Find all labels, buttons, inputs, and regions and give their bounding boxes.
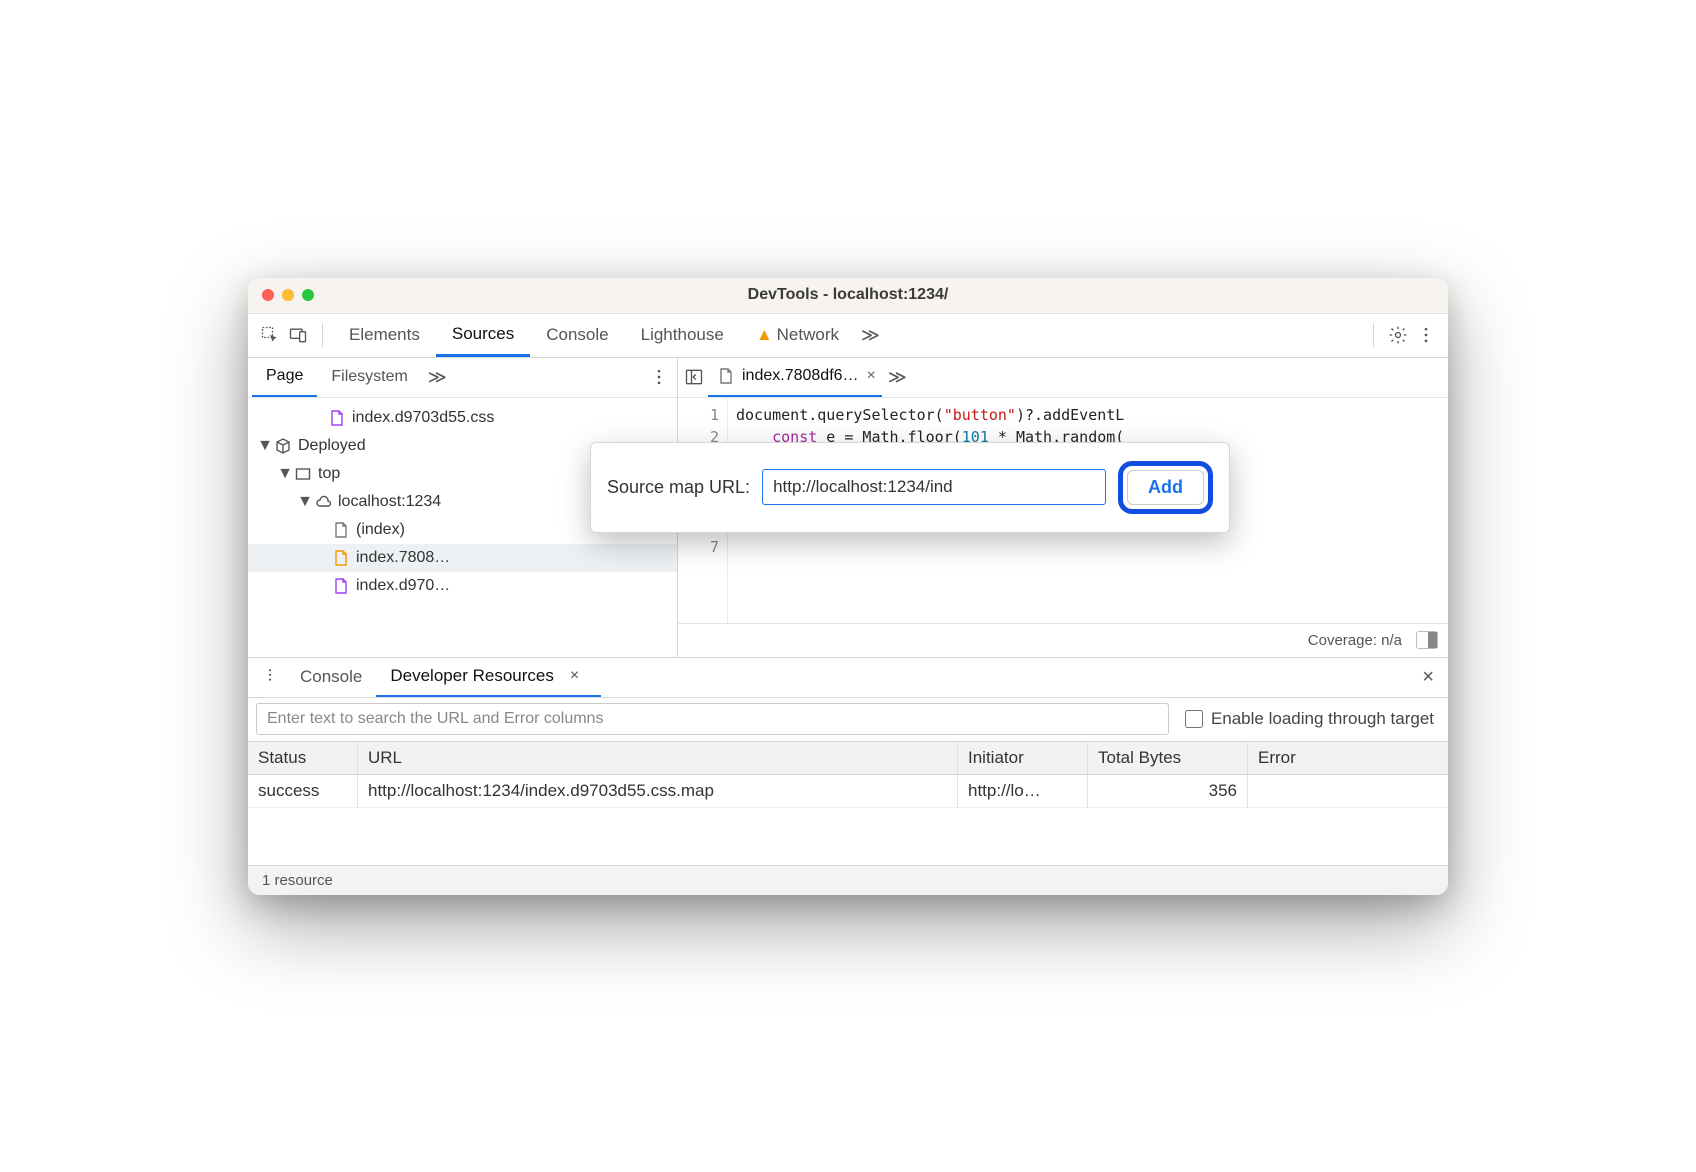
add-button-highlight: Add <box>1118 461 1213 514</box>
close-drawer-icon[interactable]: × <box>1414 666 1442 689</box>
toggle-sidebar-icon[interactable] <box>1416 631 1438 649</box>
tree-js-file-label: index.7808… <box>356 549 450 567</box>
col-initiator[interactable]: Initiator <box>958 742 1088 774</box>
inspect-element-icon[interactable] <box>256 321 284 349</box>
toggle-navigator-icon[interactable] <box>680 363 708 391</box>
tree-index-label: (index) <box>356 521 405 539</box>
enable-loading-checkbox-input[interactable] <box>1185 710 1203 728</box>
file-icon <box>332 521 350 539</box>
expand-arrow-icon: ▼ <box>258 437 272 455</box>
file-icon <box>718 368 734 384</box>
col-total-bytes[interactable]: Total Bytes <box>1088 742 1248 774</box>
tab-lighthouse[interactable]: Lighthouse <box>625 314 740 357</box>
more-tabs-button[interactable]: ≫ <box>855 325 886 346</box>
tab-sources[interactable]: Sources <box>436 314 530 357</box>
close-drawer-tab-icon[interactable]: × <box>562 667 587 685</box>
drawer-footer: 1 resource <box>248 865 1448 895</box>
navigator-tab-filesystem[interactable]: Filesystem <box>317 358 421 397</box>
tab-network[interactable]: ▲ Network <box>740 314 855 357</box>
cell-status: success <box>248 775 358 807</box>
tree-js-file[interactable]: index.7808… <box>248 544 677 572</box>
table-row[interactable]: success http://localhost:1234/index.d970… <box>248 775 1448 808</box>
device-toolbar-icon[interactable] <box>284 321 312 349</box>
source-map-label: Source map URL: <box>607 477 750 498</box>
expand-arrow-icon: ▼ <box>278 465 292 483</box>
cell-url: http://localhost:1234/index.d9703d55.css… <box>358 775 958 807</box>
col-error[interactable]: Error <box>1248 742 1448 774</box>
drawer-tabs: Console Developer Resources × × <box>248 658 1448 698</box>
main-toolbar: Elements Sources Console Lighthouse ▲ Ne… <box>248 314 1448 358</box>
tab-network-label: Network <box>777 325 839 345</box>
tree-css-file-2[interactable]: index.d970… <box>248 572 677 600</box>
navigator-tab-page[interactable]: Page <box>252 358 317 397</box>
editor-file-tab[interactable]: index.7808df6… × <box>708 358 882 397</box>
cell-initiator: http://lo… <box>958 775 1088 807</box>
drawer-kebab-icon[interactable] <box>254 667 286 688</box>
editor-statusbar: Coverage: n/a <box>678 623 1448 657</box>
kebab-menu-icon[interactable] <box>1412 321 1440 349</box>
navigator-tabs: Page Filesystem ≫ <box>248 358 677 398</box>
table-header: Status URL Initiator Total Bytes Error <box>248 742 1448 775</box>
cell-bytes: 356 <box>1088 775 1248 807</box>
col-status[interactable]: Status <box>248 742 358 774</box>
coverage-label: Coverage: n/a <box>1308 632 1402 649</box>
tree-host-label: localhost:1234 <box>338 493 441 511</box>
devtools-window: DevTools - localhost:1234/ Elements Sour… <box>248 278 1448 895</box>
drawer-tab-developer-resources[interactable]: Developer Resources × <box>376 658 601 697</box>
window-title: DevTools - localhost:1234/ <box>248 286 1448 304</box>
navigator-kebab-icon[interactable] <box>645 363 673 391</box>
settings-icon[interactable] <box>1384 321 1412 349</box>
col-url[interactable]: URL <box>358 742 958 774</box>
tree-deployed-label: Deployed <box>298 437 366 455</box>
drawer-search-row: Enable loading through target <box>248 698 1448 742</box>
drawer-search-input[interactable] <box>256 703 1169 735</box>
resources-table: Status URL Initiator Total Bytes Error s… <box>248 742 1448 865</box>
file-icon <box>328 409 346 427</box>
tab-elements[interactable]: Elements <box>333 314 436 357</box>
cube-icon <box>274 437 292 455</box>
editor-more-tabs[interactable]: ≫ <box>882 367 913 388</box>
frame-icon <box>294 465 312 483</box>
warning-icon: ▲ <box>756 325 773 345</box>
editor-file-tab-label: index.7808df6… <box>742 367 859 385</box>
drawer-tab-devres-label: Developer Resources <box>390 666 553 686</box>
expand-arrow-icon: ▼ <box>298 493 312 511</box>
source-map-popup: Source map URL: Add <box>590 442 1230 533</box>
file-icon <box>332 549 350 567</box>
enable-loading-checkbox[interactable]: Enable loading through target <box>1185 709 1440 729</box>
tree-css-file-2-label: index.d970… <box>356 577 450 595</box>
table-body: success http://localhost:1234/index.d970… <box>248 775 1448 865</box>
cloud-icon <box>314 493 332 511</box>
cell-error <box>1248 775 1448 807</box>
tree-file-css-label: index.d9703d55.css <box>352 409 494 427</box>
tree-file-css[interactable]: index.d9703d55.css <box>248 404 677 432</box>
enable-loading-label: Enable loading through target <box>1211 709 1434 729</box>
tree-top-label: top <box>318 465 340 483</box>
close-tab-icon[interactable]: × <box>867 367 876 385</box>
resource-count: 1 resource <box>262 872 333 889</box>
editor-tabs: index.7808df6… × ≫ <box>678 358 1448 398</box>
source-map-url-input[interactable] <box>762 469 1106 505</box>
drawer-tab-console[interactable]: Console <box>286 658 376 697</box>
add-button[interactable]: Add <box>1127 470 1204 505</box>
tab-console[interactable]: Console <box>530 314 624 357</box>
file-icon <box>332 577 350 595</box>
navigator-more-tabs[interactable]: ≫ <box>422 367 453 388</box>
titlebar: DevTools - localhost:1234/ <box>248 278 1448 314</box>
